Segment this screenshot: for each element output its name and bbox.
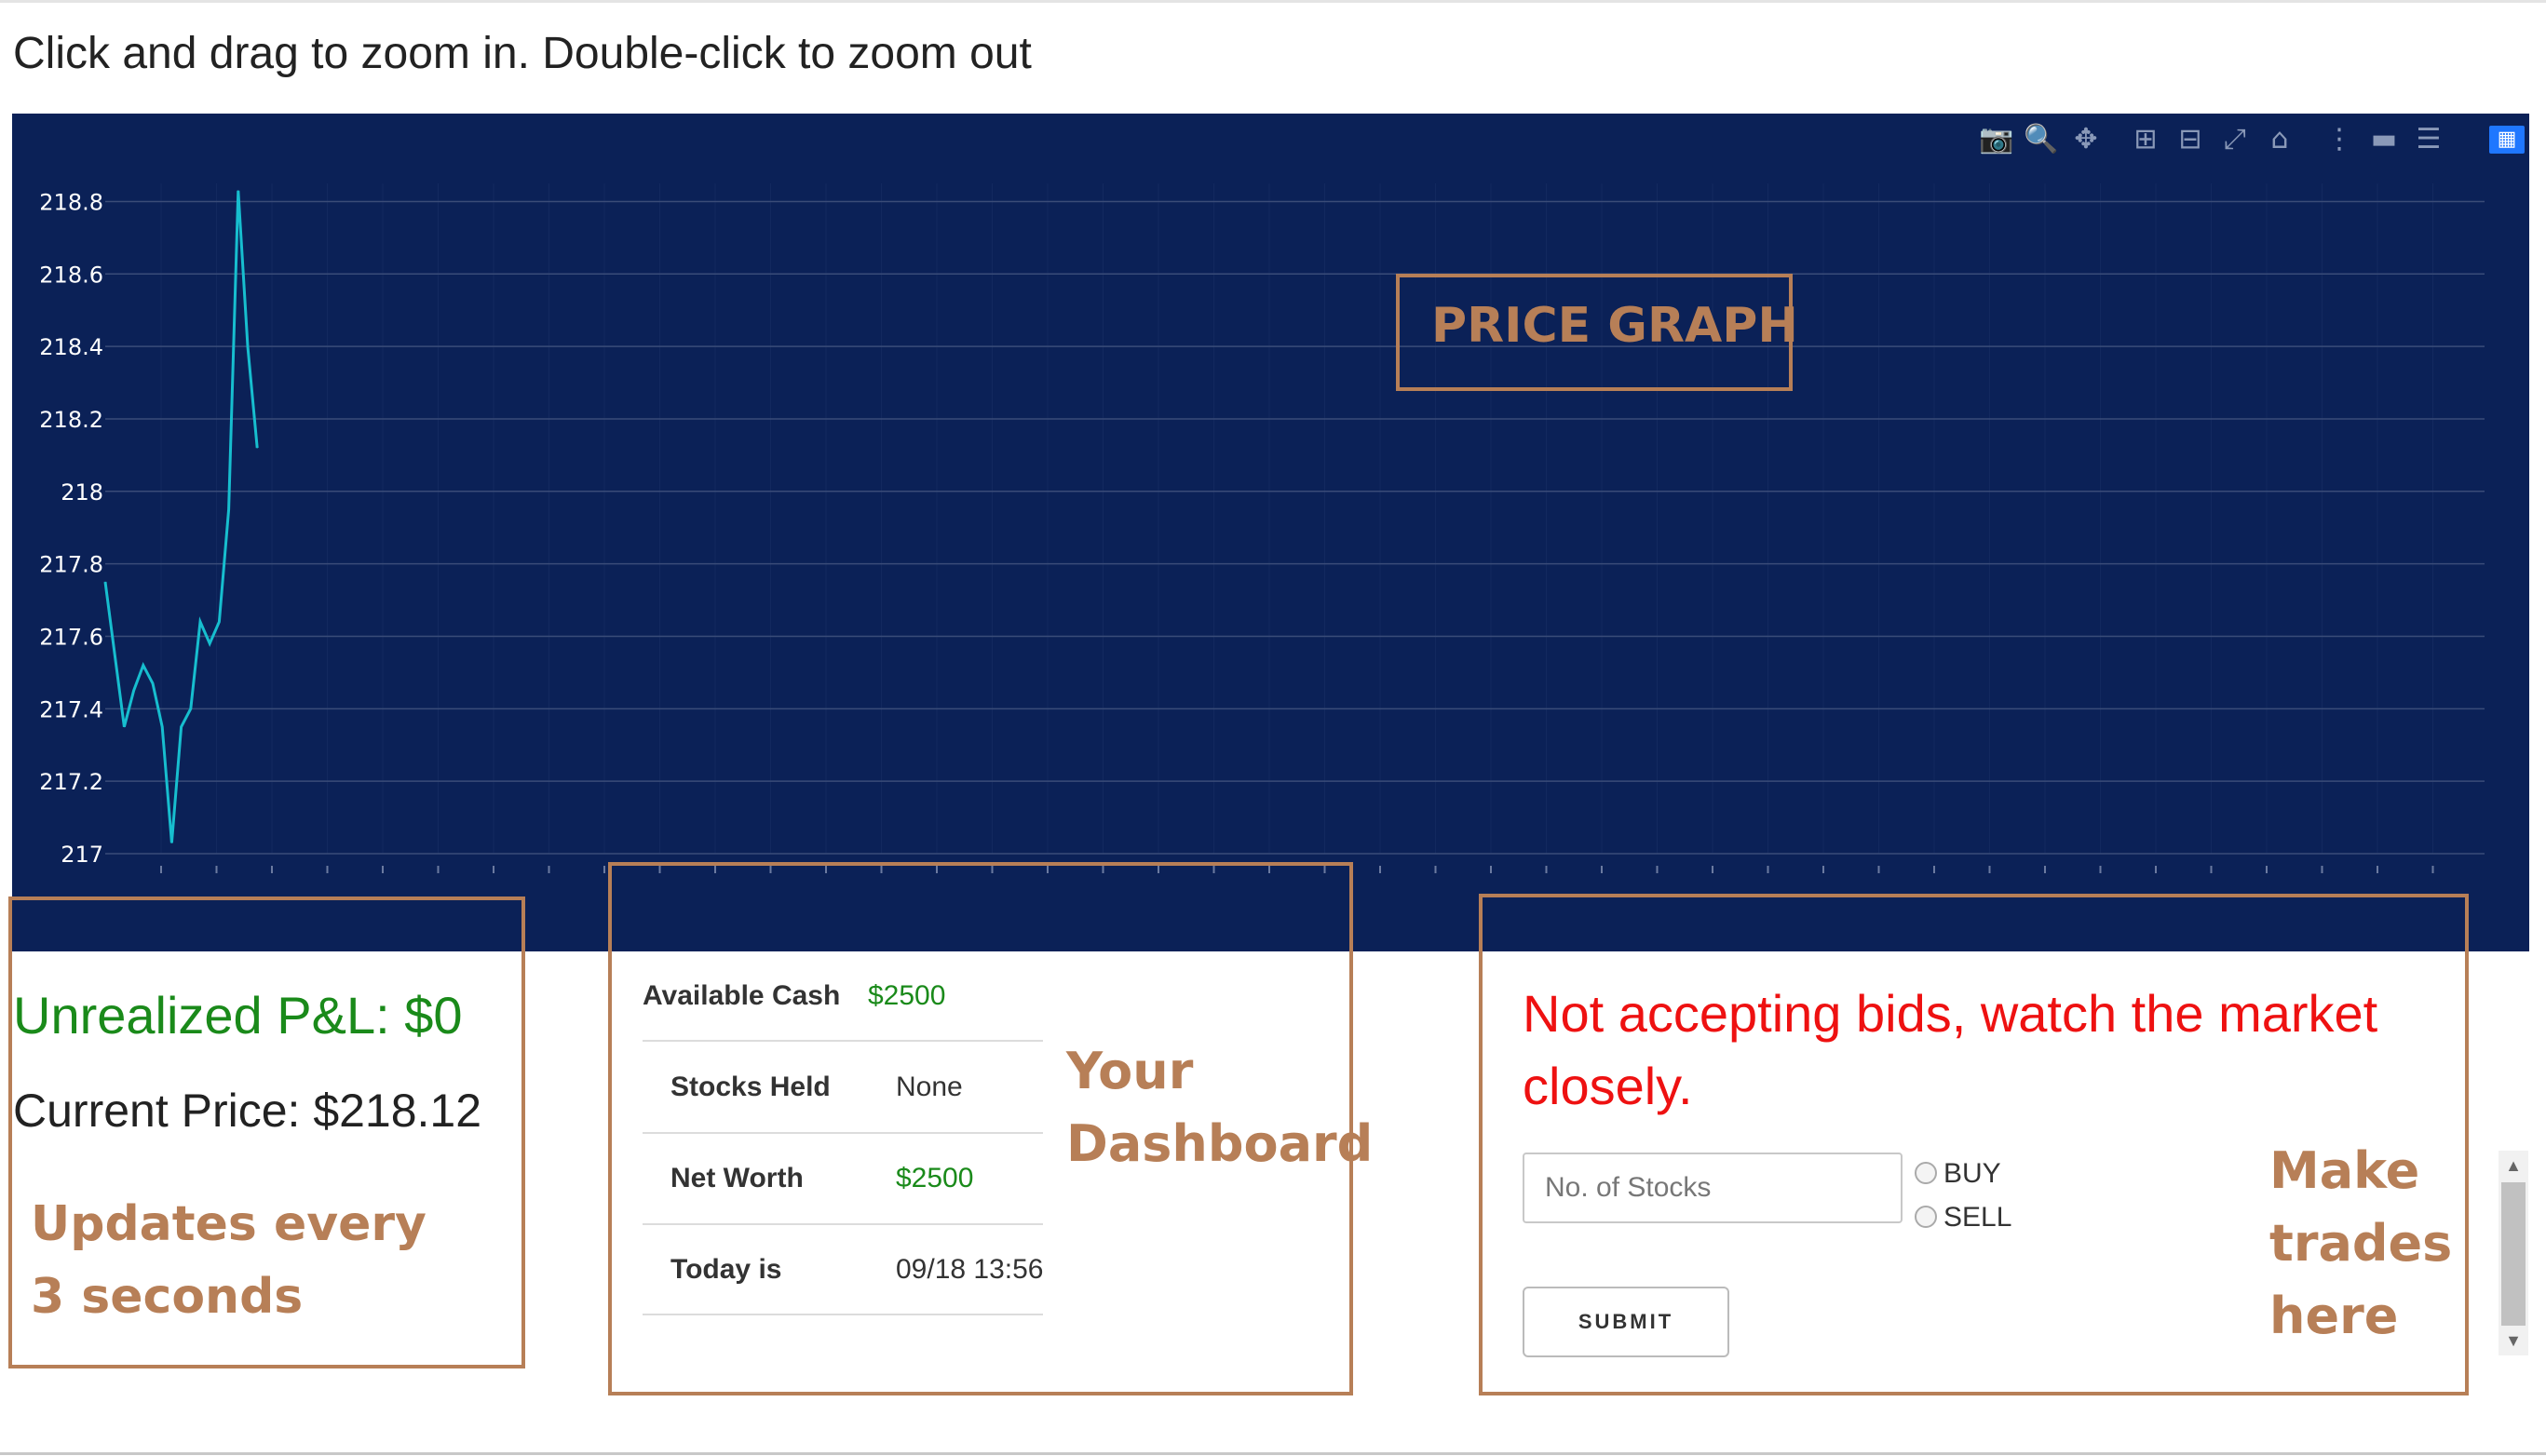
scrollbar-thumb[interactable]: [2501, 1182, 2526, 1326]
price-data-point: [152, 682, 154, 684]
price-data-point: [190, 708, 192, 709]
price-data-point: [181, 726, 183, 728]
y-tick-label: 217.2: [39, 769, 103, 795]
submit-button[interactable]: SUBMIT: [1523, 1287, 1729, 1357]
price-chart[interactable]: 218.8 218.6 218.4 218.2 218 217.8 217.6 217.4 21…: [12, 114, 2529, 951]
price-chart-svg[interactable]: 218.8 218.6 218.4 218.2 218 217.8 217.6 217.4 21…: [12, 114, 2529, 951]
updates-annotation: Updates every 3 seconds: [31, 1196, 427, 1325]
y-tick-label: 218.2: [39, 407, 103, 433]
reset-axes-icon[interactable]: ⌂: [2262, 121, 2297, 158]
dashboard-annotation: Your Dashboard: [1066, 1042, 1374, 1173]
spike-lines-icon[interactable]: ⋮: [2322, 121, 2357, 158]
dashboard-divider: [643, 1040, 1043, 1042]
y-tick-label: 217: [61, 842, 103, 868]
current-price: Current Price: $218.12: [13, 1085, 482, 1137]
scroll-down-icon[interactable]: ▼: [2499, 1326, 2528, 1355]
net-worth-value: $2500: [896, 1163, 974, 1193]
camera-icon[interactable]: 📷: [1979, 121, 2014, 158]
y-tick-label: 218.8: [39, 189, 103, 215]
y-tick-label: 217.8: [39, 552, 103, 578]
today-value: 09/18 13:56: [896, 1254, 1044, 1285]
stocks-quantity-input[interactable]: [1523, 1153, 1903, 1223]
price-data-point: [123, 726, 125, 728]
trade-status-message: Not accepting bids, watch the market clo…: [1523, 984, 2378, 1115]
zoom-out-icon[interactable]: ⊟: [2173, 121, 2208, 158]
dashboard-divider: [643, 1223, 1043, 1225]
sell-radio[interactable]: [1915, 1206, 1937, 1228]
price-data-point: [218, 621, 220, 623]
sell-radio-label[interactable]: SELL: [1943, 1202, 2011, 1234]
price-data-point: [133, 690, 135, 692]
bottom-divider: [0, 1452, 2546, 1455]
stocks-held-value: None: [896, 1072, 963, 1102]
dashboard-divider: [643, 1314, 1043, 1315]
zoom-icon[interactable]: 🔍: [2024, 121, 2059, 158]
unrealized-pnl: Unrealized P&L: $0: [13, 986, 463, 1045]
price-series-line: [103, 190, 259, 843]
price-data-point: [161, 726, 163, 728]
price-data-point: [104, 581, 106, 583]
price-data-point: [199, 621, 201, 623]
chart-instructions: Click and drag to zoom in. Double-click …: [13, 29, 1032, 78]
today-label: Today is: [670, 1254, 782, 1285]
price-data-point: [142, 665, 144, 667]
pan-icon[interactable]: ✥: [2068, 121, 2104, 158]
plotly-logo-icon[interactable]: ▦: [2489, 126, 2525, 154]
available-cash-value: $2500: [868, 980, 946, 1011]
make-trades-annotation: Make trades here: [2269, 1141, 2453, 1345]
price-data-point: [247, 345, 249, 347]
top-divider: [0, 0, 2546, 3]
buy-radio-label[interactable]: BUY: [1943, 1158, 2001, 1190]
hover-compare-icon[interactable]: ☰: [2411, 121, 2446, 158]
net-worth-label: Net Worth: [670, 1163, 804, 1193]
autoscale-icon[interactable]: ⤢: [2217, 121, 2253, 158]
price-data-point: [228, 508, 230, 510]
price-data-point: [237, 190, 239, 192]
y-tick-label: 218.6: [39, 262, 103, 288]
available-cash-label: Available Cash: [643, 980, 841, 1011]
buy-radio[interactable]: [1915, 1162, 1937, 1184]
y-tick-label: 217.6: [39, 624, 103, 650]
price-graph-annotation: PRICE GRAPH: [1431, 298, 1798, 354]
y-tick-label: 218.4: [39, 334, 103, 360]
zoom-in-icon[interactable]: ⊞: [2128, 121, 2163, 158]
scroll-up-icon[interactable]: ▲: [2499, 1151, 2528, 1180]
y-tick-label: 217.4: [39, 696, 103, 722]
y-tick-label: 218: [61, 479, 103, 506]
dashboard-divider: [643, 1132, 1043, 1134]
hover-closest-icon[interactable]: ▬: [2366, 121, 2402, 158]
price-data-point: [256, 447, 258, 449]
stocks-held-label: Stocks Held: [670, 1072, 831, 1102]
